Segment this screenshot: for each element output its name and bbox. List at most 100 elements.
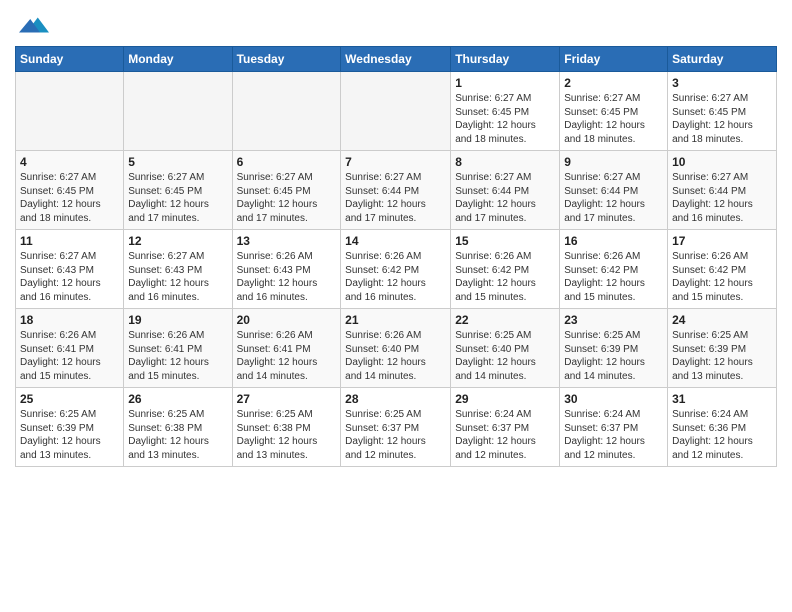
day-number: 25 bbox=[20, 392, 119, 406]
day-number: 13 bbox=[237, 234, 337, 248]
header bbox=[15, 10, 777, 40]
day-number: 7 bbox=[345, 155, 446, 169]
day-info: Sunrise: 6:26 AM Sunset: 6:41 PM Dayligh… bbox=[237, 329, 337, 383]
day-cell: 7 Sunrise: 6:27 AM Sunset: 6:44 PM Daylig… bbox=[341, 151, 451, 230]
day-cell: 29 Sunrise: 6:24 AM Sunset: 6:37 PM Dayli… bbox=[451, 388, 560, 467]
week-row-2: 4 Sunrise: 6:27 AM Sunset: 6:45 PM Daylig… bbox=[16, 151, 777, 230]
day-info: Sunrise: 6:27 AM Sunset: 6:45 PM Dayligh… bbox=[237, 171, 337, 225]
day-info: Sunrise: 6:27 AM Sunset: 6:44 PM Dayligh… bbox=[672, 171, 772, 225]
day-number: 5 bbox=[128, 155, 227, 169]
day-number: 21 bbox=[345, 313, 446, 327]
day-cell: 18Sunrise: 6:26 AM Sunset: 6:41 PM Dayli… bbox=[16, 309, 124, 388]
weekday-header-friday: Friday bbox=[560, 47, 668, 72]
day-info: Sunrise: 6:26 AM Sunset: 6:40 PM Dayligh… bbox=[345, 329, 446, 383]
day-cell: 20 Sunrise: 6:26 AM Sunset: 6:41 PM Dayli… bbox=[232, 309, 341, 388]
day-info: Sunrise: 6:24 AM Sunset: 6:36 PM Dayligh… bbox=[672, 408, 772, 462]
day-cell: 8 Sunrise: 6:27 AM Sunset: 6:44 PM Daylig… bbox=[451, 151, 560, 230]
day-cell bbox=[232, 72, 341, 151]
day-number: 19 bbox=[128, 313, 227, 327]
day-cell: 9 Sunrise: 6:27 AM Sunset: 6:44 PM Daylig… bbox=[560, 151, 668, 230]
week-row-1: 1 Sunrise: 6:27 AM Sunset: 6:45 PM Daylig… bbox=[16, 72, 777, 151]
day-number: 30 bbox=[564, 392, 663, 406]
day-cell bbox=[16, 72, 124, 151]
day-number: 17 bbox=[672, 234, 772, 248]
day-cell: 3 Sunrise: 6:27 AM Sunset: 6:45 PM Daylig… bbox=[668, 72, 777, 151]
day-cell: 11 Sunrise: 6:27 AM Sunset: 6:43 PM Dayli… bbox=[16, 230, 124, 309]
day-number: 27 bbox=[237, 392, 337, 406]
day-cell: 21 Sunrise: 6:26 AM Sunset: 6:40 PM Dayli… bbox=[341, 309, 451, 388]
day-cell: 31Sunrise: 6:24 AM Sunset: 6:36 PM Dayli… bbox=[668, 388, 777, 467]
day-info: Sunrise: 6:25 AM Sunset: 6:40 PM Dayligh… bbox=[455, 329, 555, 383]
day-number: 2 bbox=[564, 76, 663, 90]
day-info: Sunrise: 6:26 AM Sunset: 6:42 PM Dayligh… bbox=[564, 250, 663, 304]
day-cell: 4Sunrise: 6:27 AM Sunset: 6:45 PM Daylig… bbox=[16, 151, 124, 230]
weekday-header-monday: Monday bbox=[124, 47, 232, 72]
day-number: 10 bbox=[672, 155, 772, 169]
day-number: 3 bbox=[672, 76, 772, 90]
day-info: Sunrise: 6:25 AM Sunset: 6:37 PM Dayligh… bbox=[345, 408, 446, 462]
day-info: Sunrise: 6:24 AM Sunset: 6:37 PM Dayligh… bbox=[564, 408, 663, 462]
logo bbox=[15, 10, 49, 40]
day-info: Sunrise: 6:26 AM Sunset: 6:42 PM Dayligh… bbox=[672, 250, 772, 304]
day-number: 16 bbox=[564, 234, 663, 248]
day-info: Sunrise: 6:25 AM Sunset: 6:38 PM Dayligh… bbox=[237, 408, 337, 462]
day-number: 9 bbox=[564, 155, 663, 169]
day-info: Sunrise: 6:27 AM Sunset: 6:44 PM Dayligh… bbox=[345, 171, 446, 225]
weekday-header-saturday: Saturday bbox=[668, 47, 777, 72]
day-info: Sunrise: 6:27 AM Sunset: 6:43 PM Dayligh… bbox=[20, 250, 119, 304]
day-info: Sunrise: 6:27 AM Sunset: 6:45 PM Dayligh… bbox=[128, 171, 227, 225]
day-number: 14 bbox=[345, 234, 446, 248]
day-info: Sunrise: 6:27 AM Sunset: 6:44 PM Dayligh… bbox=[455, 171, 555, 225]
calendar: SundayMondayTuesdayWednesdayThursdayFrid… bbox=[15, 46, 777, 467]
day-number: 6 bbox=[237, 155, 337, 169]
day-info: Sunrise: 6:24 AM Sunset: 6:37 PM Dayligh… bbox=[455, 408, 555, 462]
day-number: 22 bbox=[455, 313, 555, 327]
day-number: 23 bbox=[564, 313, 663, 327]
day-cell: 25 Sunrise: 6:25 AM Sunset: 6:39 PM Dayli… bbox=[16, 388, 124, 467]
weekday-header-thursday: Thursday bbox=[451, 47, 560, 72]
day-info: Sunrise: 6:25 AM Sunset: 6:39 PM Dayligh… bbox=[20, 408, 119, 462]
day-info: Sunrise: 6:27 AM Sunset: 6:45 PM Dayligh… bbox=[564, 92, 663, 146]
day-cell: 26 Sunrise: 6:25 AM Sunset: 6:38 PM Dayli… bbox=[124, 388, 232, 467]
day-info: Sunrise: 6:27 AM Sunset: 6:44 PM Dayligh… bbox=[564, 171, 663, 225]
weekday-header-sunday: Sunday bbox=[16, 47, 124, 72]
day-info: Sunrise: 6:26 AM Sunset: 6:41 PM Dayligh… bbox=[128, 329, 227, 383]
day-cell: 6 Sunrise: 6:27 AM Sunset: 6:45 PM Daylig… bbox=[232, 151, 341, 230]
weekday-header-row: SundayMondayTuesdayWednesdayThursdayFrid… bbox=[16, 47, 777, 72]
day-info: Sunrise: 6:27 AM Sunset: 6:45 PM Dayligh… bbox=[672, 92, 772, 146]
day-number: 1 bbox=[455, 76, 555, 90]
day-info: Sunrise: 6:26 AM Sunset: 6:42 PM Dayligh… bbox=[345, 250, 446, 304]
day-number: 28 bbox=[345, 392, 446, 406]
day-cell: 27 Sunrise: 6:25 AM Sunset: 6:38 PM Dayli… bbox=[232, 388, 341, 467]
day-cell: 23 Sunrise: 6:25 AM Sunset: 6:39 PM Dayli… bbox=[560, 309, 668, 388]
page: SundayMondayTuesdayWednesdayThursdayFrid… bbox=[0, 0, 792, 612]
day-cell: 10 Sunrise: 6:27 AM Sunset: 6:44 PM Dayli… bbox=[668, 151, 777, 230]
day-cell: 15Sunrise: 6:26 AM Sunset: 6:42 PM Dayli… bbox=[451, 230, 560, 309]
day-number: 20 bbox=[237, 313, 337, 327]
day-cell: 24 Sunrise: 6:25 AM Sunset: 6:39 PM Dayli… bbox=[668, 309, 777, 388]
day-info: Sunrise: 6:25 AM Sunset: 6:38 PM Dayligh… bbox=[128, 408, 227, 462]
day-info: Sunrise: 6:26 AM Sunset: 6:43 PM Dayligh… bbox=[237, 250, 337, 304]
day-cell: 28 Sunrise: 6:25 AM Sunset: 6:37 PM Dayli… bbox=[341, 388, 451, 467]
day-number: 12 bbox=[128, 234, 227, 248]
day-cell: 30 Sunrise: 6:24 AM Sunset: 6:37 PM Dayli… bbox=[560, 388, 668, 467]
weekday-header-wednesday: Wednesday bbox=[341, 47, 451, 72]
day-number: 24 bbox=[672, 313, 772, 327]
day-cell: 22 Sunrise: 6:25 AM Sunset: 6:40 PM Dayli… bbox=[451, 309, 560, 388]
day-cell: 2 Sunrise: 6:27 AM Sunset: 6:45 PM Daylig… bbox=[560, 72, 668, 151]
day-cell bbox=[124, 72, 232, 151]
day-cell: 17 Sunrise: 6:26 AM Sunset: 6:42 PM Dayli… bbox=[668, 230, 777, 309]
day-number: 8 bbox=[455, 155, 555, 169]
week-row-5: 25 Sunrise: 6:25 AM Sunset: 6:39 PM Dayli… bbox=[16, 388, 777, 467]
day-cell: 16 Sunrise: 6:26 AM Sunset: 6:42 PM Dayli… bbox=[560, 230, 668, 309]
day-cell: 1Sunrise: 6:27 AM Sunset: 6:45 PM Daylig… bbox=[451, 72, 560, 151]
day-number: 4 bbox=[20, 155, 119, 169]
day-number: 11 bbox=[20, 234, 119, 248]
day-number: 26 bbox=[128, 392, 227, 406]
day-info: Sunrise: 6:25 AM Sunset: 6:39 PM Dayligh… bbox=[564, 329, 663, 383]
day-cell: 13 Sunrise: 6:26 AM Sunset: 6:43 PM Dayli… bbox=[232, 230, 341, 309]
day-number: 29 bbox=[455, 392, 555, 406]
day-info: Sunrise: 6:25 AM Sunset: 6:39 PM Dayligh… bbox=[672, 329, 772, 383]
day-number: 18 bbox=[20, 313, 119, 327]
week-row-3: 11 Sunrise: 6:27 AM Sunset: 6:43 PM Dayli… bbox=[16, 230, 777, 309]
